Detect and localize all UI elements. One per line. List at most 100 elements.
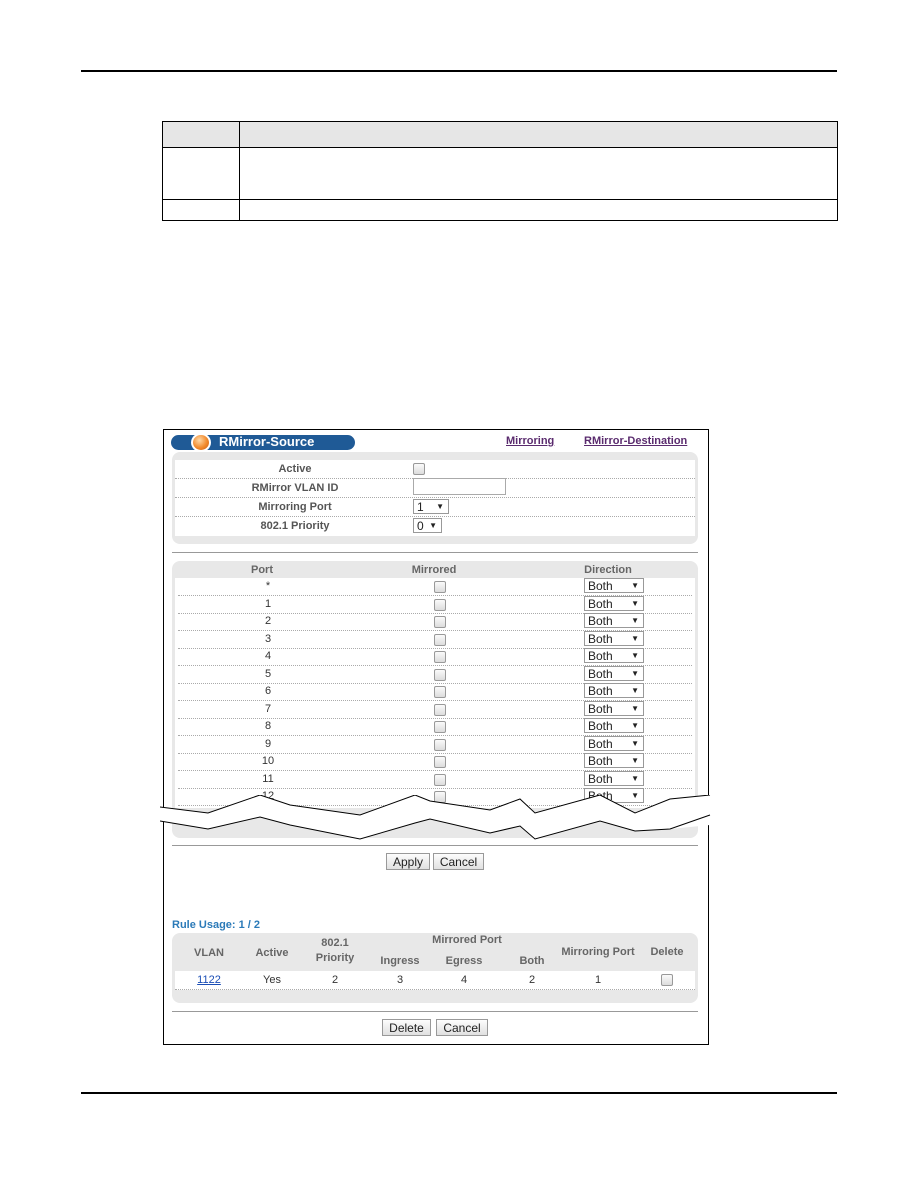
rmirror-source-screenshot: RMirror-Source Mirroring RMirror-Destina… bbox=[160, 429, 711, 1045]
rules-box: VLAN Active 802.1 Priority Mirrored Port… bbox=[172, 933, 698, 1003]
table-header-row bbox=[162, 121, 838, 148]
ingress-header: Ingress bbox=[380, 955, 420, 967]
mirrored-checkbox[interactable] bbox=[434, 616, 446, 628]
port-row: 11 Both ▼ bbox=[178, 770, 692, 789]
mirroring-port-label: Mirroring Port bbox=[258, 501, 332, 513]
port-number: 5 bbox=[264, 667, 272, 680]
port-row: 8 Both ▼ bbox=[178, 718, 692, 736]
footer-rule bbox=[81, 1092, 837, 1094]
direction-select[interactable]: Both▼ bbox=[584, 613, 644, 628]
egress-value: 4 bbox=[460, 974, 468, 986]
mirrored-checkbox[interactable] bbox=[434, 598, 446, 611]
divider bbox=[172, 1011, 698, 1012]
direction-select[interactable]: Both▼ bbox=[584, 630, 644, 646]
dropdown-arrow-icon: ▼ bbox=[631, 703, 639, 713]
mirrored-checkbox[interactable] bbox=[434, 773, 446, 786]
delete-button[interactable]: Delete bbox=[382, 1019, 431, 1036]
mirrored-checkbox[interactable] bbox=[434, 651, 446, 663]
table-row bbox=[162, 199, 838, 221]
mirrored-checkbox[interactable] bbox=[434, 581, 446, 593]
apply-button[interactable]: Apply bbox=[386, 853, 430, 870]
mirrored-checkbox[interactable] bbox=[434, 686, 446, 698]
delete-header: Delete bbox=[650, 946, 684, 958]
dropdown-arrow-icon: ▼ bbox=[631, 756, 639, 765]
port-row: 3 Both ▼ bbox=[178, 630, 692, 649]
port-number: 10 bbox=[261, 755, 275, 767]
dropdown-arrow-icon: ▼ bbox=[631, 651, 639, 660]
vlan-id-row: RMirror VLAN ID bbox=[175, 478, 695, 498]
active-header: Active bbox=[255, 947, 289, 959]
direction-header: Direction bbox=[584, 564, 632, 576]
both-header: Both bbox=[519, 955, 545, 967]
dropdown-arrow-icon: ▼ bbox=[631, 598, 639, 608]
active-row: Active bbox=[175, 460, 695, 479]
mirroring-port-value: 1 bbox=[594, 974, 602, 986]
port-number: 7 bbox=[264, 702, 272, 715]
direction-select[interactable]: Both▼ bbox=[584, 683, 644, 698]
settings-box: Active RMirror VLAN ID Mirroring Port 1 ▼… bbox=[172, 452, 698, 544]
direction-select[interactable]: Both▼ bbox=[584, 718, 644, 733]
egress-header: Egress bbox=[445, 955, 483, 967]
direction-select[interactable]: Both▼ bbox=[584, 770, 644, 786]
dropdown-arrow-icon: ▼ bbox=[631, 581, 639, 590]
active-checkbox[interactable] bbox=[413, 463, 425, 475]
cancel-button[interactable]: Cancel bbox=[436, 1019, 488, 1036]
vlan-link[interactable]: 1122 bbox=[184, 974, 234, 986]
port-row: * Both ▼ bbox=[178, 578, 692, 596]
priority-select[interactable]: 0 ▼ bbox=[413, 518, 442, 533]
port-number: 8 bbox=[264, 720, 272, 732]
rmirror-destination-link[interactable]: RMirror-Destination bbox=[584, 435, 687, 447]
break-line-graphic bbox=[160, 795, 711, 840]
dropdown-arrow-icon: ▼ bbox=[436, 502, 444, 511]
port-number: 6 bbox=[264, 685, 272, 697]
port-row: 10 Both ▼ bbox=[178, 753, 692, 771]
divider bbox=[172, 552, 698, 553]
dropdown-arrow-icon: ▼ bbox=[631, 773, 639, 783]
dropdown-arrow-icon: ▼ bbox=[631, 738, 639, 748]
vlan-id-input[interactable] bbox=[413, 478, 506, 495]
port-rows: * Both ▼ 1 Both ▼ 2 Both ▼ 3 Both ▼ 4 Both ▼ 5 Both ▼ 6 Bot… bbox=[175, 578, 695, 808]
port-row: 6 Both ▼ bbox=[178, 683, 692, 701]
direction-select[interactable]: Both▼ bbox=[584, 753, 644, 768]
dropdown-arrow-icon: ▼ bbox=[631, 616, 639, 625]
port-number: * bbox=[265, 580, 271, 592]
rule-usage-label: Rule Usage: 1 / 2 bbox=[172, 919, 261, 931]
mirrored-checkbox[interactable] bbox=[434, 633, 446, 646]
direction-select[interactable]: Both▼ bbox=[584, 700, 644, 716]
port-row: 4 Both ▼ bbox=[178, 648, 692, 666]
port-number: 1 bbox=[264, 597, 272, 610]
direction-select[interactable]: Both▼ bbox=[584, 578, 644, 593]
direction-select[interactable]: Both▼ bbox=[584, 665, 644, 681]
direction-select[interactable]: Both▼ bbox=[584, 648, 644, 663]
both-value: 2 bbox=[528, 974, 536, 986]
description-table bbox=[162, 121, 838, 221]
mirroring-port-header: Mirroring Port bbox=[561, 946, 635, 958]
port-row: 2 Both ▼ bbox=[178, 613, 692, 631]
port-number: 9 bbox=[264, 737, 272, 750]
priority-row: 802.1 Priority 0 ▼ bbox=[175, 517, 695, 535]
mirrored-checkbox[interactable] bbox=[434, 703, 446, 716]
priority-header-line2: Priority bbox=[315, 952, 355, 964]
port-row: 7 Both ▼ bbox=[178, 700, 692, 719]
mirrored-checkbox[interactable] bbox=[434, 756, 446, 768]
port-number: 2 bbox=[264, 615, 272, 627]
dropdown-arrow-icon: ▼ bbox=[631, 668, 639, 678]
table-row bbox=[162, 147, 838, 200]
dropdown-arrow-icon: ▼ bbox=[631, 721, 639, 730]
mirroring-link[interactable]: Mirroring bbox=[506, 435, 554, 447]
dropdown-arrow-icon: ▼ bbox=[429, 521, 437, 530]
port-number: 11 bbox=[262, 772, 274, 785]
vlan-header: VLAN bbox=[194, 947, 224, 959]
direction-select[interactable]: Both▼ bbox=[584, 735, 644, 751]
cancel-button[interactable]: Cancel bbox=[433, 853, 484, 870]
port-row: 1 Both ▼ bbox=[178, 595, 692, 614]
port-number: 4 bbox=[264, 650, 272, 662]
priority-label: 802.1 Priority bbox=[260, 520, 330, 532]
mirrored-checkbox[interactable] bbox=[434, 738, 446, 751]
mirrored-checkbox[interactable] bbox=[434, 721, 446, 733]
delete-checkbox[interactable] bbox=[661, 974, 673, 986]
mirroring-port-select[interactable]: 1 ▼ bbox=[413, 499, 449, 514]
direction-select[interactable]: Both▼ bbox=[584, 595, 644, 611]
mirrored-checkbox[interactable] bbox=[434, 668, 446, 681]
dropdown-arrow-icon: ▼ bbox=[631, 633, 639, 643]
